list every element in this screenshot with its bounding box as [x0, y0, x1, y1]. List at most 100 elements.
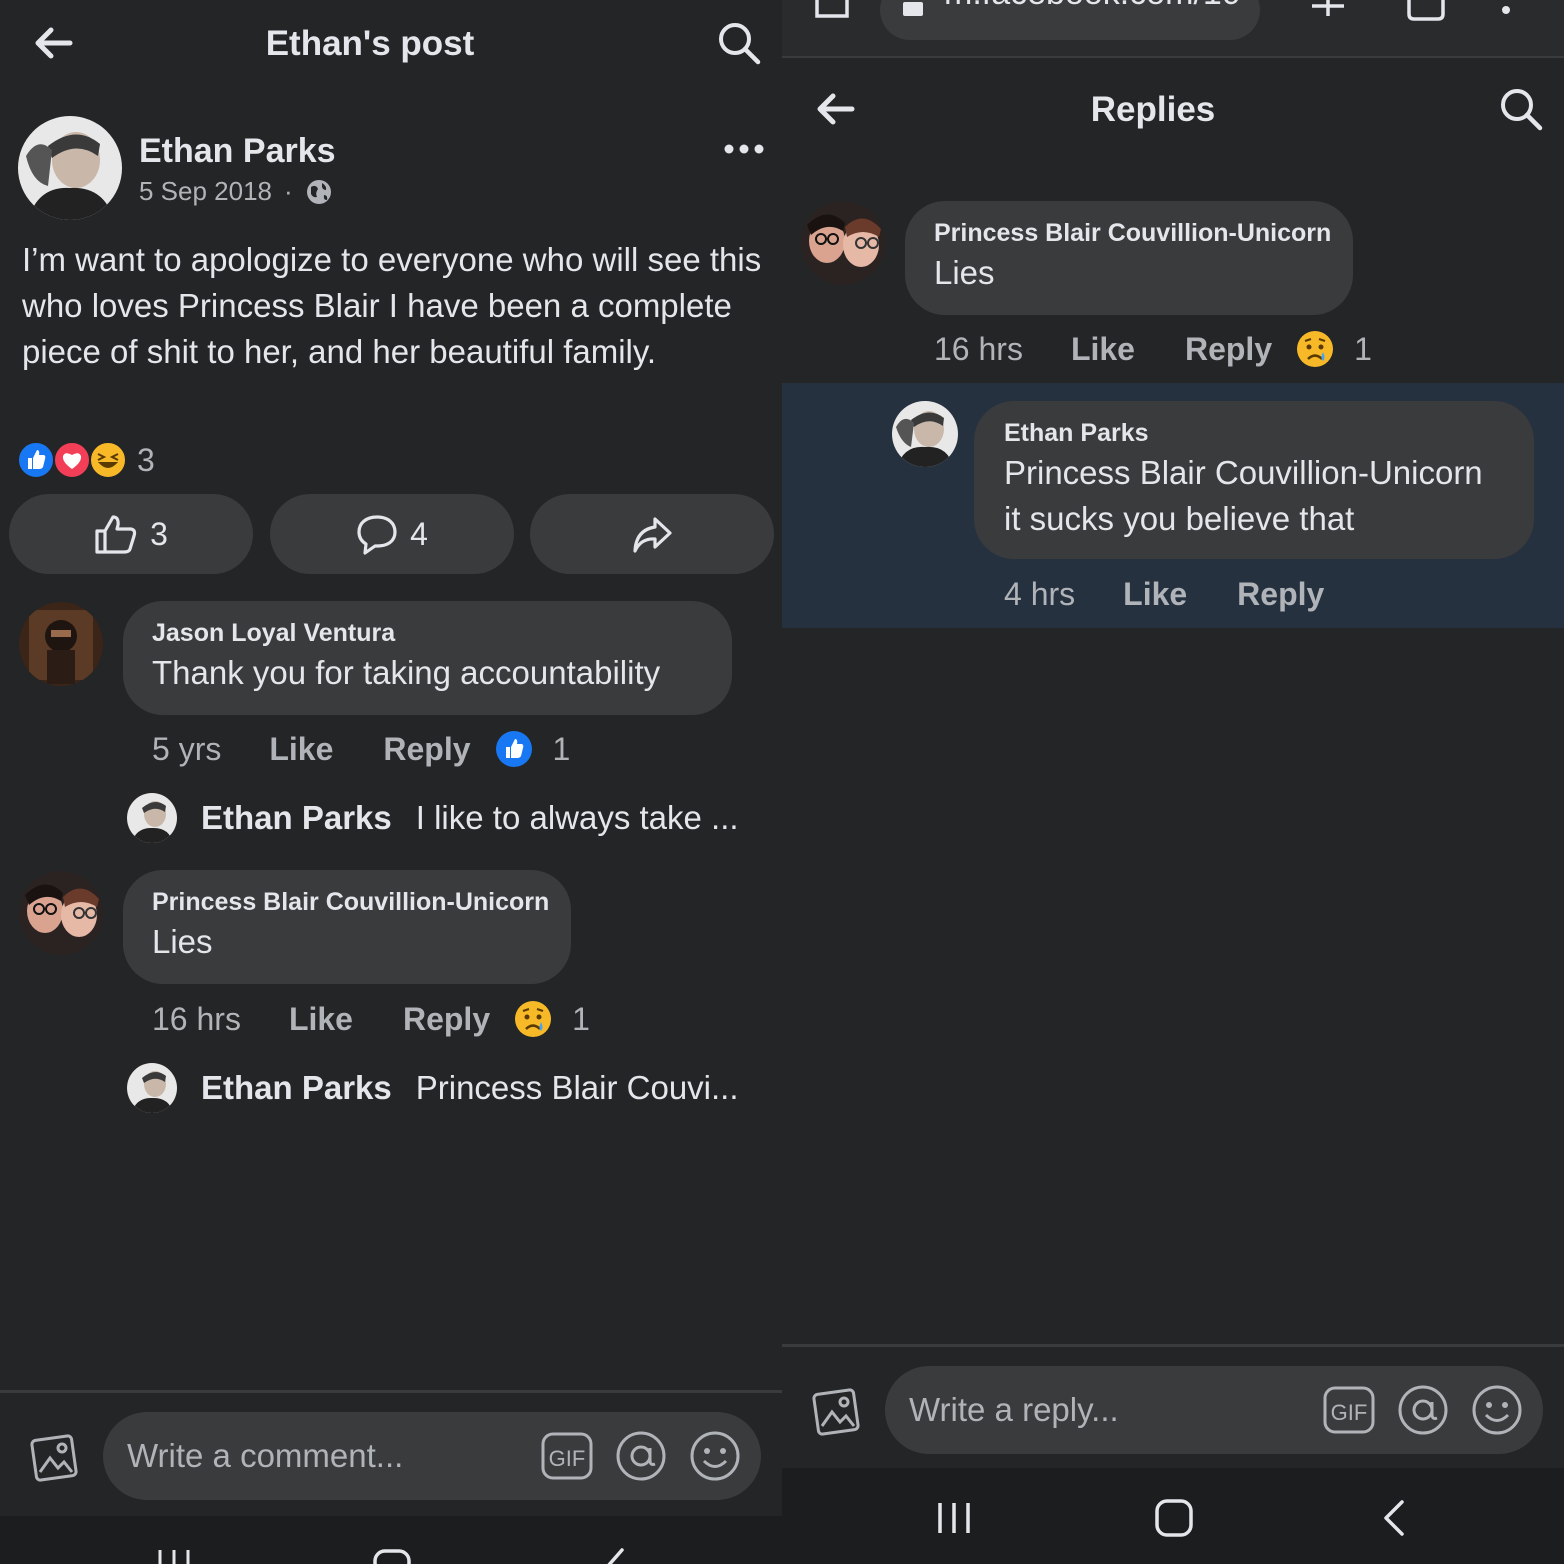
at-icon[interactable]: [1397, 1384, 1449, 1436]
reply-text: Princess Blair Couvi...: [415, 1069, 739, 1106]
avatar[interactable]: [18, 116, 122, 220]
tabs-icon[interactable]: [1406, 0, 1446, 22]
svg-text:GIF: GIF: [1331, 1400, 1368, 1425]
divider: [0, 1390, 782, 1393]
system-nav-bar: [0, 1516, 782, 1564]
new-tab-icon[interactable]: [1310, 0, 1346, 20]
search-icon[interactable]: [716, 20, 762, 66]
comment-author[interactable]: Princess Blair Couvillion-Unicorn: [934, 219, 1353, 248]
comment-time[interactable]: 16 hrs: [934, 331, 1023, 368]
reply-bubble[interactable]: Ethan Parks Princess Blair Couvillion-Un…: [974, 401, 1534, 559]
recents-icon[interactable]: [936, 1500, 972, 1536]
share-button[interactable]: [530, 494, 774, 574]
lock-icon: [902, 2, 924, 16]
reply-time[interactable]: 4 hrs: [1004, 576, 1075, 613]
comment-like-button[interactable]: Like: [289, 1001, 353, 1038]
comment-bubble[interactable]: Princess Blair Couvillion-Unicorn Lies: [905, 201, 1353, 315]
like-button[interactable]: 3: [9, 494, 253, 574]
home-icon[interactable]: [1154, 1498, 1194, 1538]
reply-author[interactable]: Ethan Parks: [1004, 419, 1534, 448]
reactions-summary[interactable]: 3: [17, 441, 155, 479]
reply-preview[interactable]: Ethan Parks I like to always take ...: [127, 793, 739, 843]
smiley-icon[interactable]: [1471, 1384, 1523, 1436]
reply-meta: 4 hrs Like Reply: [1004, 576, 1374, 613]
comment-like-button[interactable]: Like: [269, 731, 333, 768]
meta-separator: ·: [284, 176, 293, 206]
home-icon[interactable]: [372, 1548, 412, 1564]
page-title: Replies: [1090, 90, 1216, 129]
globe-icon: [305, 178, 333, 206]
post-author-name[interactable]: Ethan Parks: [139, 132, 336, 171]
avatar[interactable]: [19, 602, 103, 686]
like-count: 3: [150, 515, 168, 552]
reply-input[interactable]: Write a reply...: [909, 1391, 1323, 1429]
comment-reply-button[interactable]: Reply: [383, 731, 470, 768]
browser-menu-icon[interactable]: [1500, 0, 1512, 20]
home-outline-icon[interactable]: [812, 0, 852, 20]
comment-input[interactable]: Write a comment...: [127, 1437, 541, 1475]
comment-reaction-count: 1: [552, 730, 571, 767]
comment-reply-button[interactable]: Reply: [1185, 331, 1272, 368]
system-nav-bar: [782, 1468, 1564, 1564]
reply-like-button[interactable]: Like: [1123, 576, 1187, 613]
avatar[interactable]: [801, 201, 885, 285]
reply-preview[interactable]: Ethan Parks Princess Blair Couvi...: [127, 1063, 739, 1113]
gif-icon[interactable]: GIF: [1323, 1386, 1375, 1434]
page-title: Ethan's post: [265, 24, 475, 63]
svg-text:GIF: GIF: [549, 1446, 586, 1471]
reply-text: I like to always take ...: [415, 799, 739, 836]
photo-icon[interactable]: [26, 1428, 80, 1482]
divider: [782, 56, 1564, 58]
love-reaction-icon: [53, 441, 91, 479]
sad-tear-emoji-icon[interactable]: [514, 1000, 552, 1038]
back-nav-icon[interactable]: [596, 1546, 626, 1564]
photo-icon[interactable]: [808, 1382, 862, 1436]
like-reaction-icon: [17, 441, 55, 479]
reaction-count: 3: [137, 441, 155, 478]
browser-toolbar: m.facebook.com/10: [782, 0, 1564, 56]
avatar: [127, 1063, 177, 1113]
comment-meta: 16 hrs Like Reply 1: [152, 1000, 590, 1038]
divider: [782, 1344, 1564, 1347]
reply-text: it sucks you believe that: [1004, 500, 1355, 537]
comment-text: Lies: [152, 923, 213, 960]
comment-bubble[interactable]: Jason Loyal Ventura Thank you for taking…: [123, 601, 732, 715]
comment-bubble[interactable]: Princess Blair Couvillion-Unicorn Lies: [123, 870, 571, 984]
url-bar[interactable]: m.facebook.com/10: [880, 0, 1260, 40]
comment-composer[interactable]: Write a comment... GIF: [103, 1412, 761, 1500]
reply-reply-button[interactable]: Reply: [1237, 576, 1324, 613]
at-icon[interactable]: [615, 1430, 667, 1482]
post-panel: Ethan's post Ethan Parks 5 Sep 2018 · I’…: [0, 0, 782, 1564]
avatar: [127, 793, 177, 843]
sad-tear-emoji-icon[interactable]: [1296, 330, 1334, 368]
reply-composer[interactable]: Write a reply... GIF: [885, 1366, 1543, 1454]
post-date[interactable]: 5 Sep 2018: [139, 176, 272, 207]
more-dots-icon[interactable]: [724, 140, 764, 158]
reply-author[interactable]: Ethan Parks: [201, 799, 392, 837]
comment-like-button[interactable]: Like: [1071, 331, 1135, 368]
comment-reply-button[interactable]: Reply: [403, 1001, 490, 1038]
comment-time[interactable]: 16 hrs: [152, 1001, 241, 1038]
thumbs-up-icon: [94, 513, 138, 555]
recents-icon[interactable]: [156, 1550, 192, 1564]
avatar[interactable]: [19, 871, 103, 955]
comment-author[interactable]: Jason Loyal Ventura: [152, 619, 732, 648]
post-meta: 5 Sep 2018 ·: [139, 176, 333, 207]
reply-author[interactable]: Ethan Parks: [201, 1069, 392, 1107]
comment-count: 4: [410, 515, 428, 552]
comment-reaction-count: 1: [1354, 330, 1372, 367]
comment-author[interactable]: Princess Blair Couvillion-Unicorn: [152, 888, 571, 917]
share-icon: [631, 513, 673, 555]
gif-icon[interactable]: GIF: [541, 1432, 593, 1480]
comment-time[interactable]: 5 yrs: [152, 731, 221, 768]
comment-button[interactable]: 4: [270, 494, 514, 574]
search-icon[interactable]: [1498, 86, 1544, 132]
comment-text: Thank you for taking accountability: [152, 654, 661, 691]
avatar[interactable]: [892, 401, 958, 467]
back-nav-icon[interactable]: [1378, 1498, 1408, 1538]
smiley-icon[interactable]: [689, 1430, 741, 1482]
replies-panel: m.facebook.com/10 Replies Princess Blair…: [782, 0, 1564, 1564]
url-text: m.facebook.com/10: [944, 0, 1241, 13]
reply-mention-link[interactable]: Princess Blair Couvillion-Unicorn: [1004, 454, 1534, 492]
like-reaction-icon[interactable]: [495, 730, 533, 768]
